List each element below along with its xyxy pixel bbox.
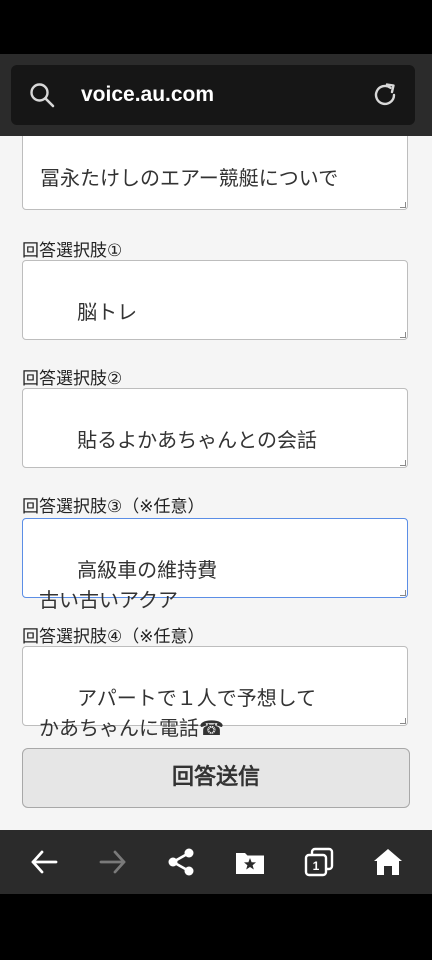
resize-handle[interactable] [400,332,406,338]
forward-arrow-icon[interactable] [97,846,129,878]
reload-icon[interactable] [371,81,399,109]
back-arrow-icon[interactable] [28,846,60,878]
submit-button[interactable]: 回答送信 [22,748,410,808]
resize-handle[interactable] [400,590,406,596]
url-text[interactable]: voice.au.com [81,65,214,125]
resize-handle[interactable] [400,718,406,724]
option-4-label: 回答選択肢④（※任意） [22,627,205,647]
address-bar-area: voice.au.com [0,54,432,136]
option-3-label: 回答選択肢③（※任意） [22,497,205,517]
option-2-textarea[interactable]: 貼るよかあちゃんとの会話 [22,388,408,468]
option-2-label: 回答選択肢② [22,369,123,389]
home-icon[interactable] [372,846,404,878]
page-content: 冨永たけしのエアー競艇についで 回答選択肢① 脳トレ 回答選択肢② 貼るよかあち… [0,136,432,830]
option-3-value: 高級車の維持費 古い古いアクア [39,558,218,612]
option-1-textarea[interactable]: 脳トレ [22,260,408,340]
browser-toolbar: 1 [0,830,432,894]
address-bar[interactable]: voice.au.com [11,65,415,125]
tab-count: 1 [313,859,320,873]
question-textarea[interactable]: 冨永たけしのエアー競艇についで [22,136,408,210]
share-icon[interactable] [165,846,197,878]
bookmarks-icon[interactable] [234,846,266,878]
option-1-value: 脳トレ [77,300,138,324]
search-icon[interactable] [29,82,55,108]
question-text: 冨永たけしのエアー競艇についで [40,166,339,190]
option-4-value: アパートで１人で予想して かあちゃんに電話☎ [39,686,317,740]
system-navigation-area [0,894,432,960]
resize-handle[interactable] [400,202,406,208]
option-1-label: 回答選択肢① [22,241,123,261]
status-bar [0,0,432,54]
browser-screen: voice.au.com 冨永たけしのエアー競艇についで 回答選択肢① 脳トレ … [0,0,432,960]
resize-handle[interactable] [400,460,406,466]
option-4-textarea[interactable]: アパートで１人で予想して かあちゃんに電話☎ [22,646,408,740]
option-2-value: 貼るよかあちゃんとの会話 [77,428,317,452]
tabs-icon[interactable]: 1 [303,846,335,878]
option-3-textarea[interactable]: 高級車の維持費 古い古いアクア [22,518,408,612]
